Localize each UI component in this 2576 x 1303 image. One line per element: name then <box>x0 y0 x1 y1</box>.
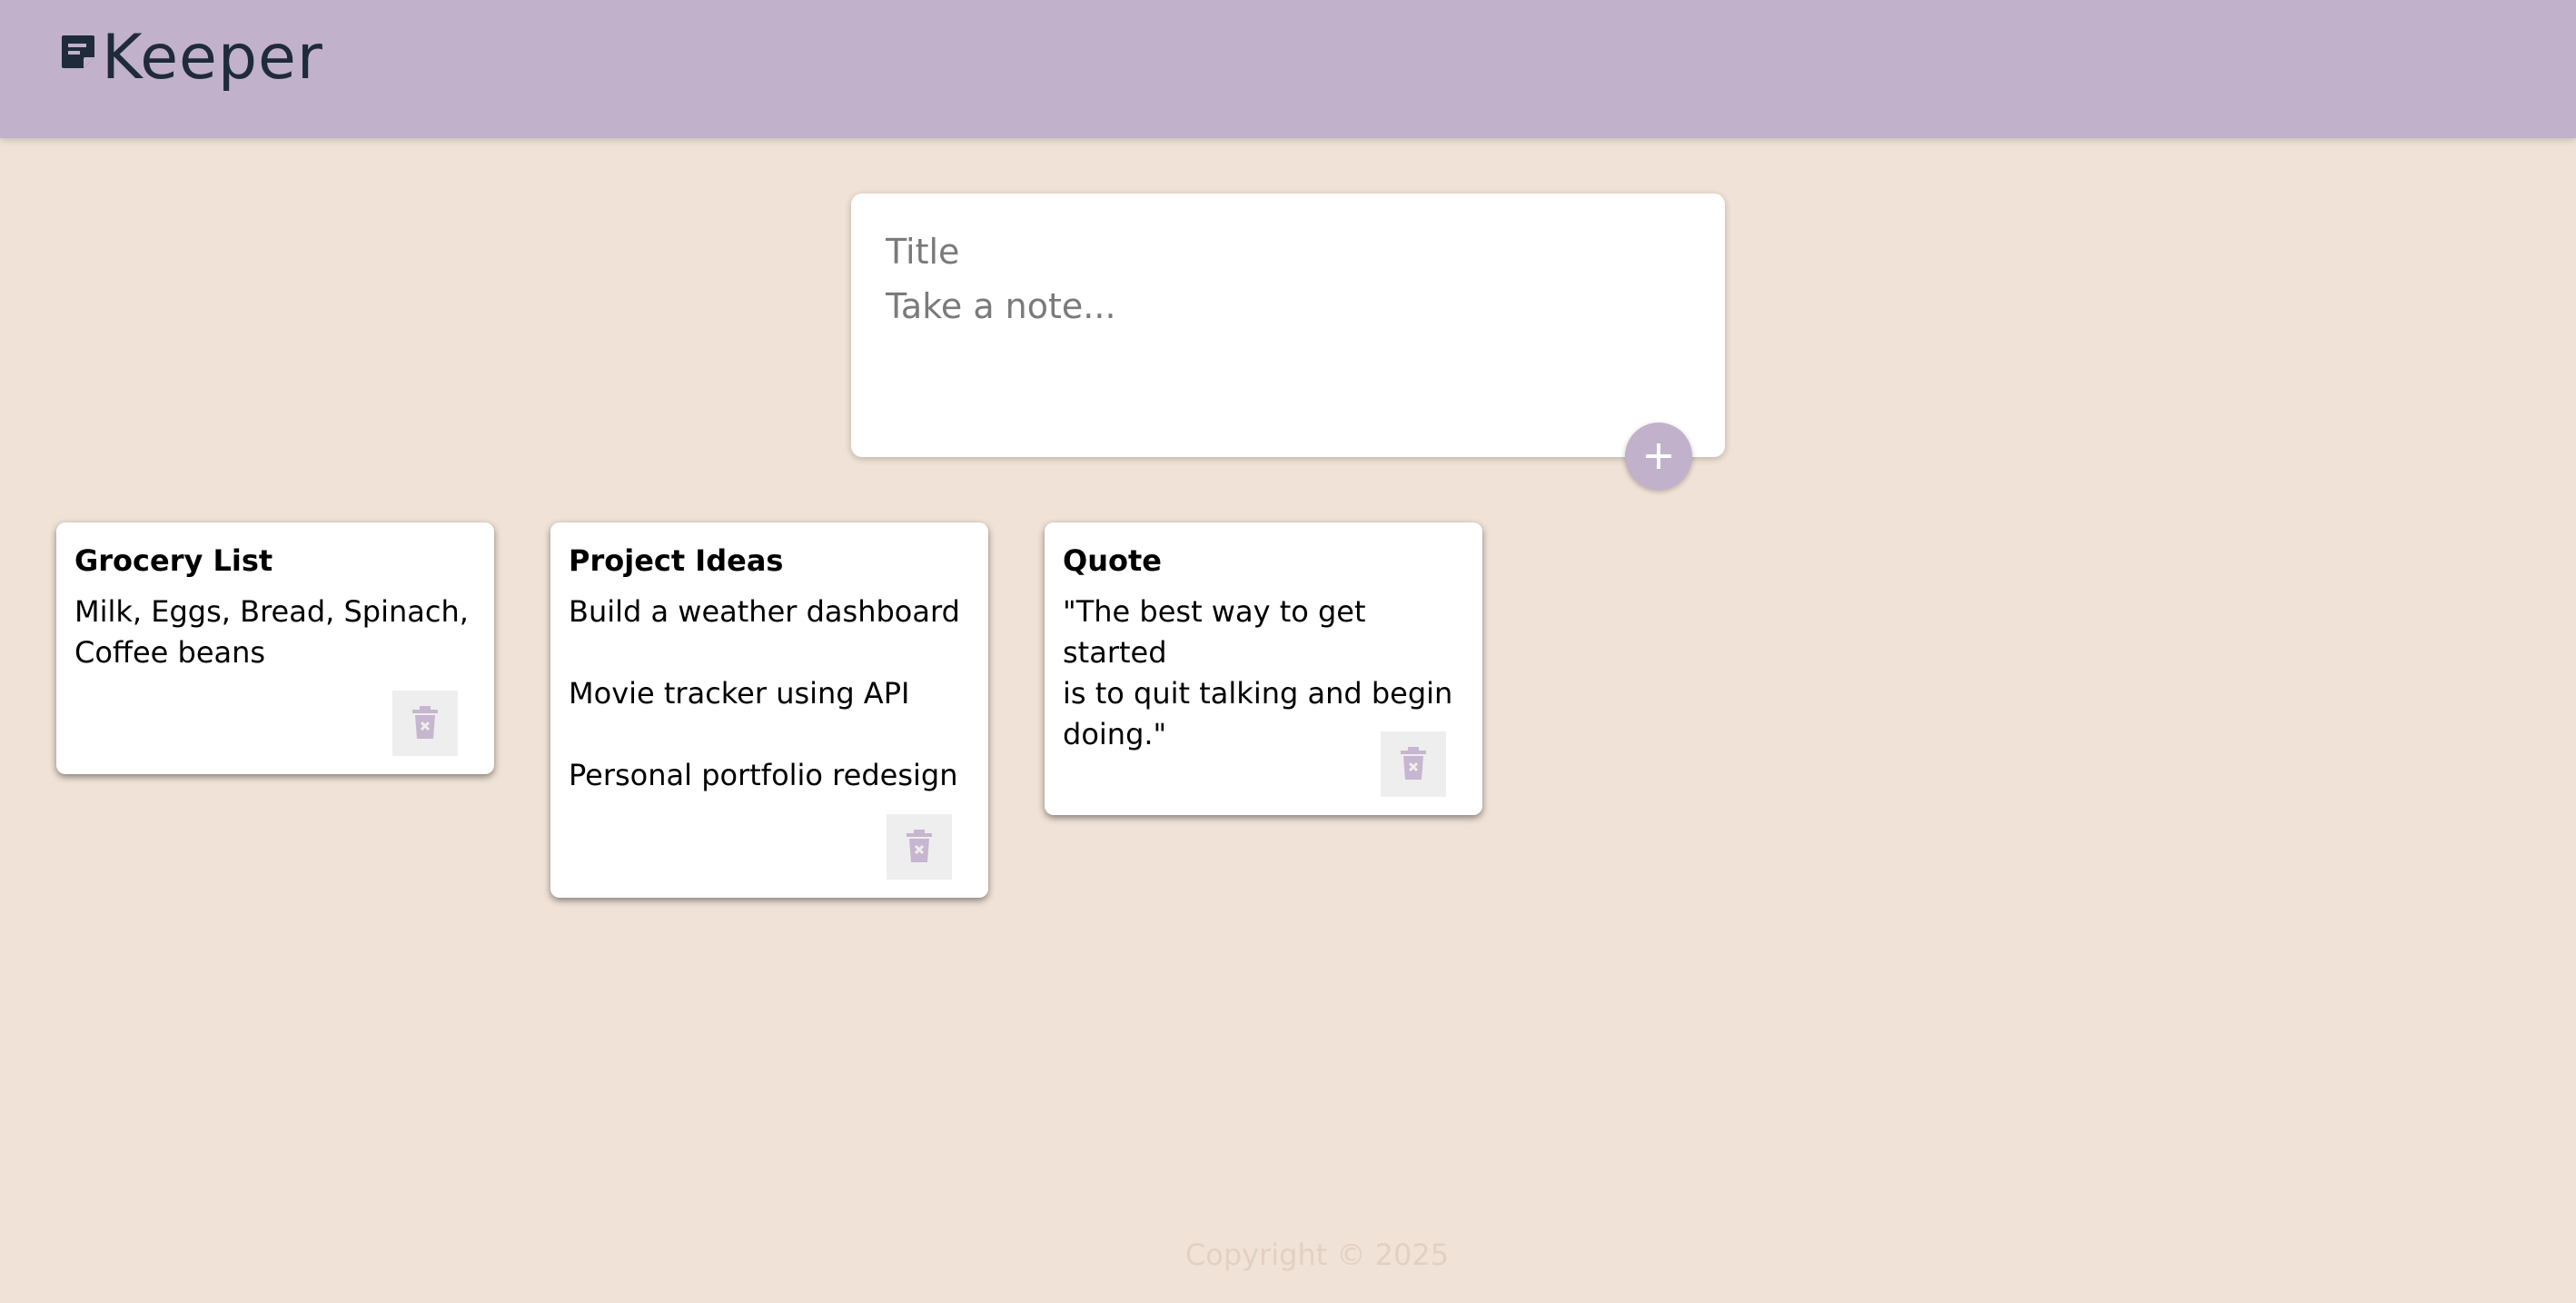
plus-icon <box>1646 443 1671 469</box>
create-note-form <box>851 194 1725 457</box>
footer: Copyright © 2025 <box>0 1238 2576 1272</box>
note-card: Project Ideas Build a weather dashboard … <box>550 522 988 898</box>
trash-icon <box>907 830 932 862</box>
note-content-input[interactable] <box>886 286 1685 432</box>
note-content: Milk, Eggs, Bread, Spinach, Coffee beans <box>74 593 469 670</box>
note-card: Quote "The best way to get started is to… <box>1045 522 1482 815</box>
copyright-text: Copyright © 2025 <box>1184 1238 1450 1272</box>
note-content: Build a weather dashboard Movie tracker … <box>569 593 960 792</box>
note-title: Project Ideas <box>569 543 784 578</box>
note-content: "The best way to get started is to quit … <box>1063 593 1453 751</box>
delete-note-button[interactable] <box>887 814 952 880</box>
note-card: Grocery List Milk, Eggs, Bread, Spinach,… <box>56 522 494 774</box>
note-title: Grocery List <box>74 543 273 578</box>
trash-icon <box>412 706 438 739</box>
sticky-note-icon <box>62 35 94 68</box>
trash-icon <box>1401 747 1426 780</box>
delete-note-button[interactable] <box>392 691 458 756</box>
app-header: Keeper <box>0 0 2576 138</box>
app-title: Keeper <box>102 22 323 94</box>
note-title: Quote <box>1063 543 1162 578</box>
add-note-button[interactable] <box>1625 423 1692 490</box>
delete-note-button[interactable] <box>1381 731 1446 797</box>
note-title-input[interactable] <box>886 228 1685 275</box>
app-logo: Keeper <box>60 27 323 89</box>
